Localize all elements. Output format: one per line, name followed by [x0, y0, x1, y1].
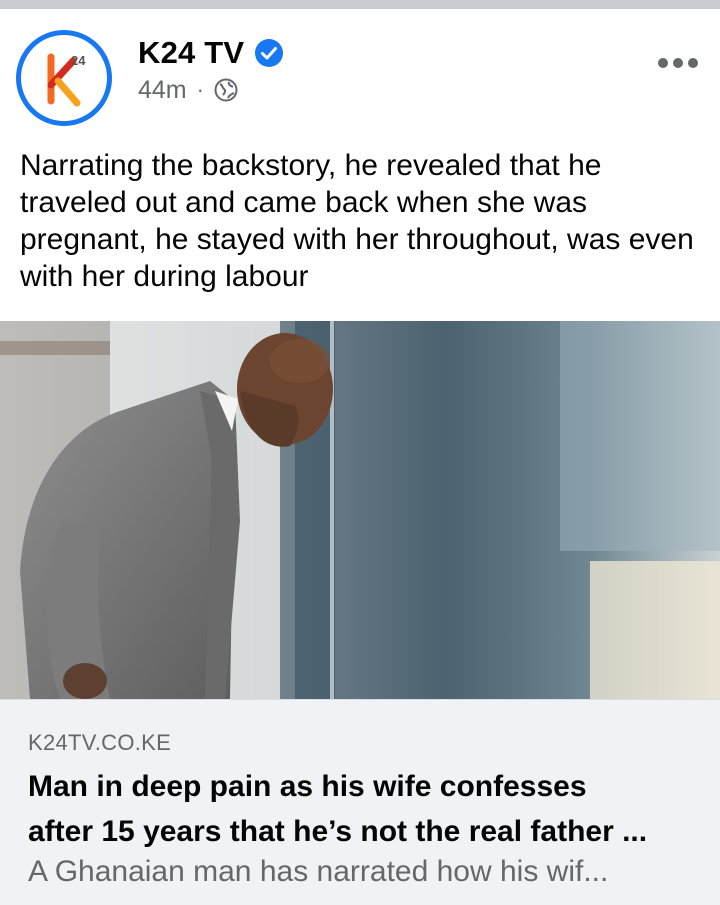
link-headline-line-2: after 15 years that he’s not the real fa…: [28, 815, 648, 848]
more-options-icon[interactable]: [656, 55, 700, 71]
logo-number: 24: [71, 53, 86, 68]
link-headline-line-1: Man in deep pain as his wife confesses: [28, 770, 587, 803]
top-divider: [0, 0, 720, 9]
page-name[interactable]: K24 TV: [138, 35, 244, 71]
post-text: Narrating the backstory, he revealed tha…: [20, 149, 694, 293]
k24-logo: 24: [47, 53, 86, 107]
post-header: 24 K24 TV 44m ·: [0, 9, 720, 139]
globe-icon: [214, 78, 238, 102]
page-avatar[interactable]: 24: [16, 30, 112, 126]
link-description: A Ghanaian man has narrated how his wif.…: [28, 855, 609, 888]
meta-separator: ·: [196, 77, 204, 102]
post-photo: [0, 321, 720, 699]
link-domain: K24TV.CO.KE: [28, 730, 172, 755]
verified-badge-icon: [255, 39, 284, 67]
post-image[interactable]: [0, 321, 720, 699]
link-headline[interactable]: Man in deep pain as his wife confesses a…: [28, 764, 698, 854]
post-time[interactable]: 44m: [138, 76, 187, 105]
